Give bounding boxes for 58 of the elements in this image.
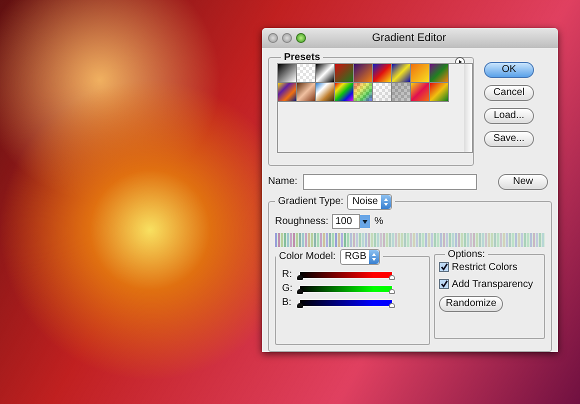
channel-range-slider[interactable] xyxy=(300,286,392,292)
channel-label: G: xyxy=(282,283,292,294)
slider-handle[interactable] xyxy=(297,302,303,308)
gradient-swatch[interactable] xyxy=(430,64,449,83)
gradient-swatch[interactable] xyxy=(297,82,316,102)
gradient-swatch[interactable] xyxy=(278,64,297,83)
channel-label: B: xyxy=(282,297,292,308)
gradient-swatch[interactable] xyxy=(354,82,373,102)
gradient-swatch[interactable] xyxy=(297,64,316,83)
percent-unit: % xyxy=(374,216,384,227)
slider-handle[interactable] xyxy=(389,288,395,294)
gradient-swatch[interactable] xyxy=(392,64,411,83)
gradient-swatch[interactable] xyxy=(316,82,335,102)
name-field[interactable] xyxy=(303,174,478,190)
window-title: Gradient Editor xyxy=(372,32,446,44)
gradient-swatch[interactable] xyxy=(335,64,354,83)
stepper-icon xyxy=(369,250,380,264)
gradient-type-label: Gradient Type: xyxy=(278,196,344,208)
checkbox[interactable] xyxy=(438,262,449,272)
scrollbar[interactable] xyxy=(464,64,472,152)
gradient-swatch[interactable] xyxy=(373,82,392,102)
dialog-button[interactable]: Load... xyxy=(484,108,534,124)
gradient-swatch[interactable] xyxy=(354,64,373,83)
dialog-button[interactable]: Save... xyxy=(484,130,534,147)
channel-label: R: xyxy=(282,269,292,280)
zoom-icon[interactable] xyxy=(296,32,306,43)
gradient-swatch[interactable] xyxy=(335,82,354,102)
checkbox-label: Restrict Colors xyxy=(452,262,518,273)
color-model-dropdown[interactable]: RGB xyxy=(340,248,380,265)
gradient-swatch[interactable] xyxy=(430,82,449,102)
dialog-button[interactable]: OK xyxy=(484,62,534,78)
randomize-button[interactable]: Randomize xyxy=(438,296,504,312)
gradient-type-dropdown[interactable]: Noise xyxy=(347,194,392,210)
gradient-swatch[interactable] xyxy=(373,64,392,83)
color-model-label: Color Model: xyxy=(279,251,336,262)
name-label: Name: xyxy=(268,176,298,188)
dialog-button[interactable]: Cancel xyxy=(484,84,534,101)
gradient-swatch[interactable] xyxy=(411,64,430,83)
group-label: Presets xyxy=(283,52,322,63)
slider-handle[interactable] xyxy=(389,302,395,308)
slider-handle[interactable] xyxy=(297,288,303,294)
slider-handle[interactable] xyxy=(297,274,303,280)
checkbox[interactable] xyxy=(438,279,449,290)
minimize-icon[interactable] xyxy=(282,32,292,43)
gradient-swatch[interactable] xyxy=(392,82,411,102)
stepper-icon xyxy=(381,194,391,209)
close-icon[interactable] xyxy=(268,32,278,43)
gradient-swatch[interactable] xyxy=(278,82,297,102)
gradient-swatch[interactable] xyxy=(316,64,335,83)
slider-handle[interactable] xyxy=(389,274,395,280)
checkbox-label: Add Transparency xyxy=(452,278,533,290)
new-button[interactable]: New xyxy=(498,174,548,190)
channel-range-slider[interactable] xyxy=(300,272,392,278)
gradient-swatch[interactable] xyxy=(411,82,430,102)
roughness-field[interactable]: 100 xyxy=(332,214,360,229)
options-label: Options: xyxy=(446,248,486,260)
roughness-label: Roughness: xyxy=(275,216,328,227)
channel-range-slider[interactable] xyxy=(300,300,392,306)
